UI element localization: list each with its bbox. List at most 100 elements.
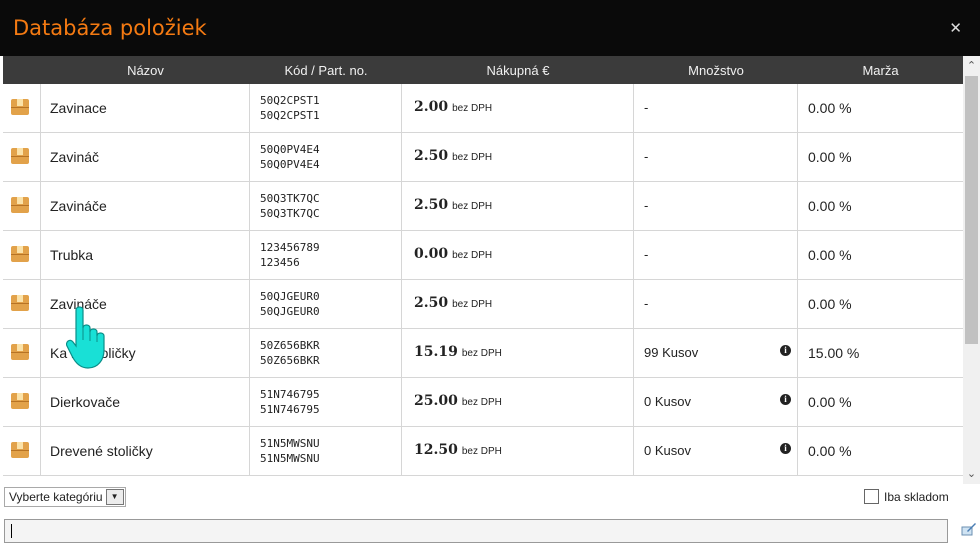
info-icon[interactable]: i [780,394,791,405]
package-icon [11,442,29,458]
code-cell[interactable]: 50Q3TK7QC 50Q3TK7QC [250,182,402,230]
code-cell[interactable]: 50Q0PV4E4 50Q0PV4E4 [250,133,402,181]
quantity-cell[interactable]: - [634,133,798,181]
row-icon-cell [3,84,41,132]
item-name: Dierkovače [50,394,121,410]
column-header-name[interactable]: Názov [41,63,250,78]
table-row[interactable]: Drevené stoličky 51N5MWSNU 51N5MWSNU 12.50 b… [3,427,963,476]
margin-cell[interactable]: 0.00 % [798,231,963,279]
margin-cell[interactable]: 0.00 % [798,182,963,230]
margin-cell[interactable]: 0.00 % [798,280,963,328]
name-cell[interactable]: Zavinace [41,84,250,132]
item-price: 2.50 bez DPH [414,295,492,311]
category-select-value: Vyberte kategóriu [9,490,103,504]
chevron-down-icon[interactable]: ▼ [105,489,124,505]
price-cell[interactable]: 2.50 bez DPH [402,280,634,328]
item-quantity: - [644,247,649,262]
quantity-cell[interactable]: - [634,182,798,230]
quantity-cell[interactable]: 99 Kusov i [634,329,798,377]
item-price: 15.19 bez DPH [414,344,502,360]
stock-only-label: Iba skladom [884,490,949,504]
column-header-margin[interactable]: Marža [798,63,963,78]
code-cell[interactable]: 50Q2CPST1 50Q2CPST1 [250,84,402,132]
item-part-no: 50Z656BKR [260,354,320,367]
quantity-cell[interactable]: 0 Kusov i [634,378,798,426]
stock-only-checkbox[interactable] [864,489,879,504]
item-part-no: 51N746795 [260,403,320,416]
name-cell[interactable]: Zavináč [41,133,250,181]
code-cell[interactable]: 123456789 123456 [250,231,402,279]
quantity-cell[interactable]: 0 Kusov i [634,427,798,475]
price-value: 15.19 [414,344,458,360]
search-input[interactable] [4,519,948,543]
item-part-no: 51N5MWSNU [260,452,320,465]
package-icon [11,344,29,360]
table-row[interactable]: Zavinace 50Q2CPST1 50Q2CPST1 2.00 bez DPH - 0.… [3,84,963,133]
info-icon[interactable]: i [780,345,791,356]
code-cell[interactable]: 50Z656BKR 50Z656BKR [250,329,402,377]
item-margin: 0.00 % [808,394,852,410]
hand-cursor-icon [66,306,105,369]
code-cell[interactable]: 50QJGEUR0 50QJGEUR0 [250,280,402,328]
item-code: 50Q0PV4E4 [260,143,320,156]
name-cell[interactable]: Zavináče [41,182,250,230]
row-icon-cell [3,378,41,426]
close-icon[interactable]: ✕ [949,19,962,37]
table-row[interactable]: Zavináč 50Q0PV4E4 50Q0PV4E4 2.50 bez DPH - 0.0… [3,133,963,182]
margin-cell[interactable]: 15.00 % [798,329,963,377]
table-row[interactable]: Zavináče 50QJGEUR0 50QJGEUR0 2.50 bez DPH -0.… [3,280,963,329]
vertical-scrollbar[interactable]: ⌃ ⌄ [963,56,980,484]
margin-cell[interactable]: 0.00 % [798,133,963,181]
row-icon-cell [3,280,41,328]
items-table-body: Zavinace 50Q2CPST1 50Q2CPST1 2.00 bez DPH -0.… [3,84,963,484]
quantity-cell[interactable]: - [634,280,798,328]
item-code: 51N5MWSNU [260,437,320,450]
title-bar: Databáza položiek ✕ [0,0,980,56]
price-cell[interactable]: 2.00 bez DPH [402,84,634,132]
item-quantity: 99 Kusov [644,345,699,360]
item-part-no: 50Q3TK7QC [260,207,320,220]
item-quantity: - [644,296,649,311]
price-cell[interactable]: 25.00 bez DPH [402,378,634,426]
package-icon [11,148,29,164]
item-part-no: 123456 [260,256,300,269]
info-icon[interactable]: i [780,443,791,454]
code-cell[interactable]: 51N746795 51N746795 [250,378,402,426]
column-header-price[interactable]: Nákupná € [402,63,634,78]
edit-icon[interactable] [961,522,977,536]
scroll-down-icon[interactable]: ⌄ [963,466,980,482]
name-cell[interactable]: Trubka [41,231,250,279]
name-cell[interactable]: Dierkovače [41,378,250,426]
price-suffix: bez DPH [452,250,493,261]
row-icon-cell [3,329,41,377]
item-price: 25.00 bez DPH [414,393,502,409]
margin-cell[interactable]: 0.00 % [798,378,963,426]
price-cell[interactable]: 2.50 bez DPH [402,182,634,230]
table-row[interactable]: Zavináče 50Q3TK7QC 50Q3TK7QC 2.50 bez DPH - 0.… [3,182,963,231]
item-price: 2.50 bez DPH [414,197,492,213]
price-value: 2.50 [414,197,449,213]
margin-cell[interactable]: 0.00 % [798,427,963,475]
category-select[interactable]: Vyberte kategóriu ▼ [4,487,126,507]
column-header-code[interactable]: Kód / Part. no. [250,63,402,78]
package-icon [11,99,29,115]
code-cell[interactable]: 51N5MWSNU 51N5MWSNU [250,427,402,475]
item-margin: 0.00 % [808,443,852,459]
column-header-quantity[interactable]: Množstvo [634,63,798,78]
price-cell[interactable]: 15.19 bez DPH [402,329,634,377]
scrollbar-thumb[interactable] [965,76,978,344]
table-row[interactable]: Trubka 123456789 123456 0.00 bez DPH - 0.00 % [3,231,963,280]
price-value: 12.50 [414,442,458,458]
margin-cell[interactable]: 0.00 % [798,84,963,132]
quantity-cell[interactable]: - [634,231,798,279]
price-value: 2.50 [414,295,449,311]
table-row[interactable]: Dierkovače 51N746795 51N746795 25.00 bez DPH… [3,378,963,427]
price-cell[interactable]: 0.00 bez DPH [402,231,634,279]
table-row[interactable]: Ka ke stoličky50Z656BKR50Z656BKR15.19bez… [3,329,963,378]
price-cell[interactable]: 2.50 bez DPH [402,133,634,181]
quantity-cell[interactable]: - [634,84,798,132]
price-cell[interactable]: 12.50 bez DPH [402,427,634,475]
price-value: 0.00 [414,246,449,262]
scroll-up-icon[interactable]: ⌃ [963,58,980,74]
name-cell[interactable]: Drevené stoličky [41,427,250,475]
